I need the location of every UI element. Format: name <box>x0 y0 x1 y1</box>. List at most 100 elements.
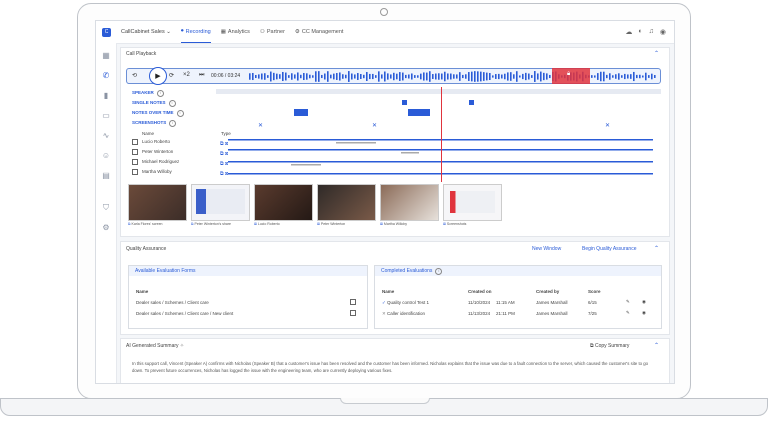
begin-qa-link[interactable]: Begin Quality Assurance <box>582 246 636 252</box>
collapse-chevron-icon[interactable]: ⌃ <box>654 245 659 252</box>
checkbox[interactable] <box>132 159 138 165</box>
subpanel-title: Completed Evaluations i <box>375 266 661 276</box>
speaker-segment <box>401 152 419 154</box>
waveform-bar <box>411 73 413 80</box>
participant-row[interactable]: Michael Rodriguez <box>132 159 179 165</box>
waveform-bar <box>621 75 623 78</box>
info-icon[interactable]: i <box>435 268 443 275</box>
screenshot-marker-icon[interactable]: ✕ <box>258 123 263 129</box>
info-icon[interactable]: i <box>169 120 177 127</box>
form-row[interactable]: Dealer sales / Schemes / Client care <box>136 300 209 305</box>
playhead[interactable] <box>441 87 442 182</box>
cloud-icon[interactable]: ☁ <box>625 28 632 36</box>
checkbox[interactable] <box>132 169 138 175</box>
edit-icon[interactable]: ✎ <box>626 310 630 316</box>
thumbnail-label: ⧉ Peter Winterton's share <box>191 222 231 226</box>
skip-end-icon[interactable]: ⏭ <box>199 72 204 79</box>
table-row[interactable]: ✕ Caller identification <box>382 311 425 317</box>
edit-icon[interactable]: ✎ <box>626 299 630 305</box>
video-thumbnail[interactable] <box>380 184 439 221</box>
document-icon[interactable]: ▤ <box>101 171 111 180</box>
participant-row[interactable]: Lucio Roberto <box>132 139 170 145</box>
track-speaker: SPEAKER i <box>132 90 164 97</box>
view-icon[interactable]: ◉ <box>642 310 646 316</box>
tab-analytics[interactable]: ▦ Analytics <box>221 21 250 43</box>
waveform-bar <box>609 73 611 80</box>
thumbnail-label: ⊠ Martha Willoby <box>380 222 407 226</box>
tab-partner[interactable]: ⚇ Partner <box>260 21 285 43</box>
type-icon[interactable]: ⧉ ⊠ <box>220 169 228 179</box>
forward-icon[interactable]: ⟳ <box>169 72 174 79</box>
type-icon[interactable]: ⧉ ⊠ <box>220 149 228 159</box>
copy-summary-button[interactable]: ⧉ Copy Summary <box>590 343 629 349</box>
pulse-icon[interactable]: ∿ <box>101 131 111 140</box>
participant-row[interactable]: Martha Willoby <box>132 169 172 175</box>
waveform-bar <box>525 72 527 81</box>
checkbox[interactable] <box>350 299 360 305</box>
screenshot-thumbnail[interactable] <box>443 184 502 221</box>
checkbox[interactable] <box>132 149 138 155</box>
waveform-bar <box>453 74 455 79</box>
sidebar: ▦ ✆ ▮ ▭ ∿ ☺ ▤ ⛉ ⚙ <box>96 43 117 383</box>
collapse-chevron-icon[interactable]: ⌃ <box>654 50 659 57</box>
headset-icon[interactable]: ♫ <box>649 28 654 36</box>
waveform-bar <box>252 72 254 81</box>
app-selector[interactable]: CallCabinet Sales ⌄ <box>121 29 171 35</box>
waveform-bar <box>591 75 593 78</box>
waveform-bar <box>342 74 344 79</box>
screenshot-thumbnail[interactable] <box>128 184 187 221</box>
completed-evaluations-panel: Completed Evaluations i <box>374 265 662 329</box>
note-icon[interactable] <box>402 100 407 105</box>
table-row[interactable]: ✓ Quality control Test 1 <box>382 300 429 306</box>
eval-name: Caller identification <box>387 311 426 316</box>
type-icon[interactable]: ⧉ ⊠ <box>220 159 228 169</box>
participant-name: Peter Winterton <box>142 149 174 155</box>
participant-row[interactable]: Peter Winterton <box>132 149 173 155</box>
smile-icon[interactable]: ☺ <box>101 151 111 160</box>
dashboard-icon[interactable]: ▦ <box>101 51 111 60</box>
info-icon[interactable]: i <box>156 90 164 97</box>
completed-header: Created by <box>536 289 560 294</box>
waveform[interactable] <box>249 71 659 82</box>
waveform-bar <box>270 71 272 82</box>
note-icon[interactable] <box>469 100 474 105</box>
waveform-bar <box>288 75 290 78</box>
video-thumbnail[interactable] <box>254 184 313 221</box>
view-icon[interactable]: ◉ <box>642 299 646 305</box>
track-label: NOTES OVER TIME <box>132 110 174 115</box>
bar-chart-icon[interactable]: ▮ <box>101 91 111 100</box>
message-icon[interactable]: ▭ <box>101 111 111 120</box>
tab-cc-management[interactable]: ⚙ CC Management <box>295 21 344 43</box>
tab-label: CC Management <box>301 29 344 35</box>
user-icon[interactable]: ◉ <box>660 28 666 36</box>
video-thumbnail[interactable] <box>317 184 376 221</box>
waveform-bar <box>336 73 338 80</box>
info-icon[interactable]: i <box>168 100 176 107</box>
waveform-bar <box>363 74 365 79</box>
settings-icon[interactable]: ⚙ <box>101 223 111 232</box>
type-icon[interactable]: ⧉ ⊠ <box>220 139 228 149</box>
shield-icon[interactable]: ⛉ <box>101 203 111 213</box>
phone-icon[interactable]: ✆ <box>101 71 111 80</box>
note-marker[interactable] <box>408 109 430 116</box>
info-icon[interactable]: i <box>176 110 184 117</box>
screenshot-marker-icon[interactable]: ✕ <box>605 123 610 129</box>
form-row[interactable]: Dealer sales / Schemes / Client care / N… <box>136 311 233 316</box>
checkbox[interactable] <box>132 139 138 145</box>
screenshot-marker-icon[interactable]: ✕ <box>372 123 377 129</box>
playback-speed[interactable]: ×2 <box>183 72 190 78</box>
theme-icon[interactable]: ◐ <box>638 28 642 36</box>
waveform-bar <box>474 71 476 82</box>
participant-name: Lucio Roberto <box>142 139 171 145</box>
tab-recording[interactable]: ⏺ Recording <box>180 21 211 43</box>
checkbox[interactable] <box>350 310 360 316</box>
screenshot-thumbnail[interactable] <box>191 184 250 221</box>
completed-header: Created on <box>468 289 492 294</box>
play-button[interactable]: ▶ <box>149 67 167 85</box>
waveform-bar <box>501 74 503 79</box>
partner-icon: ⚇ <box>259 29 265 35</box>
new-window-link[interactable]: New Window <box>532 246 561 252</box>
rewind-icon[interactable]: ⟲ <box>132 72 137 79</box>
collapse-chevron-icon[interactable]: ⌃ <box>654 342 659 349</box>
note-marker[interactable] <box>294 109 308 116</box>
